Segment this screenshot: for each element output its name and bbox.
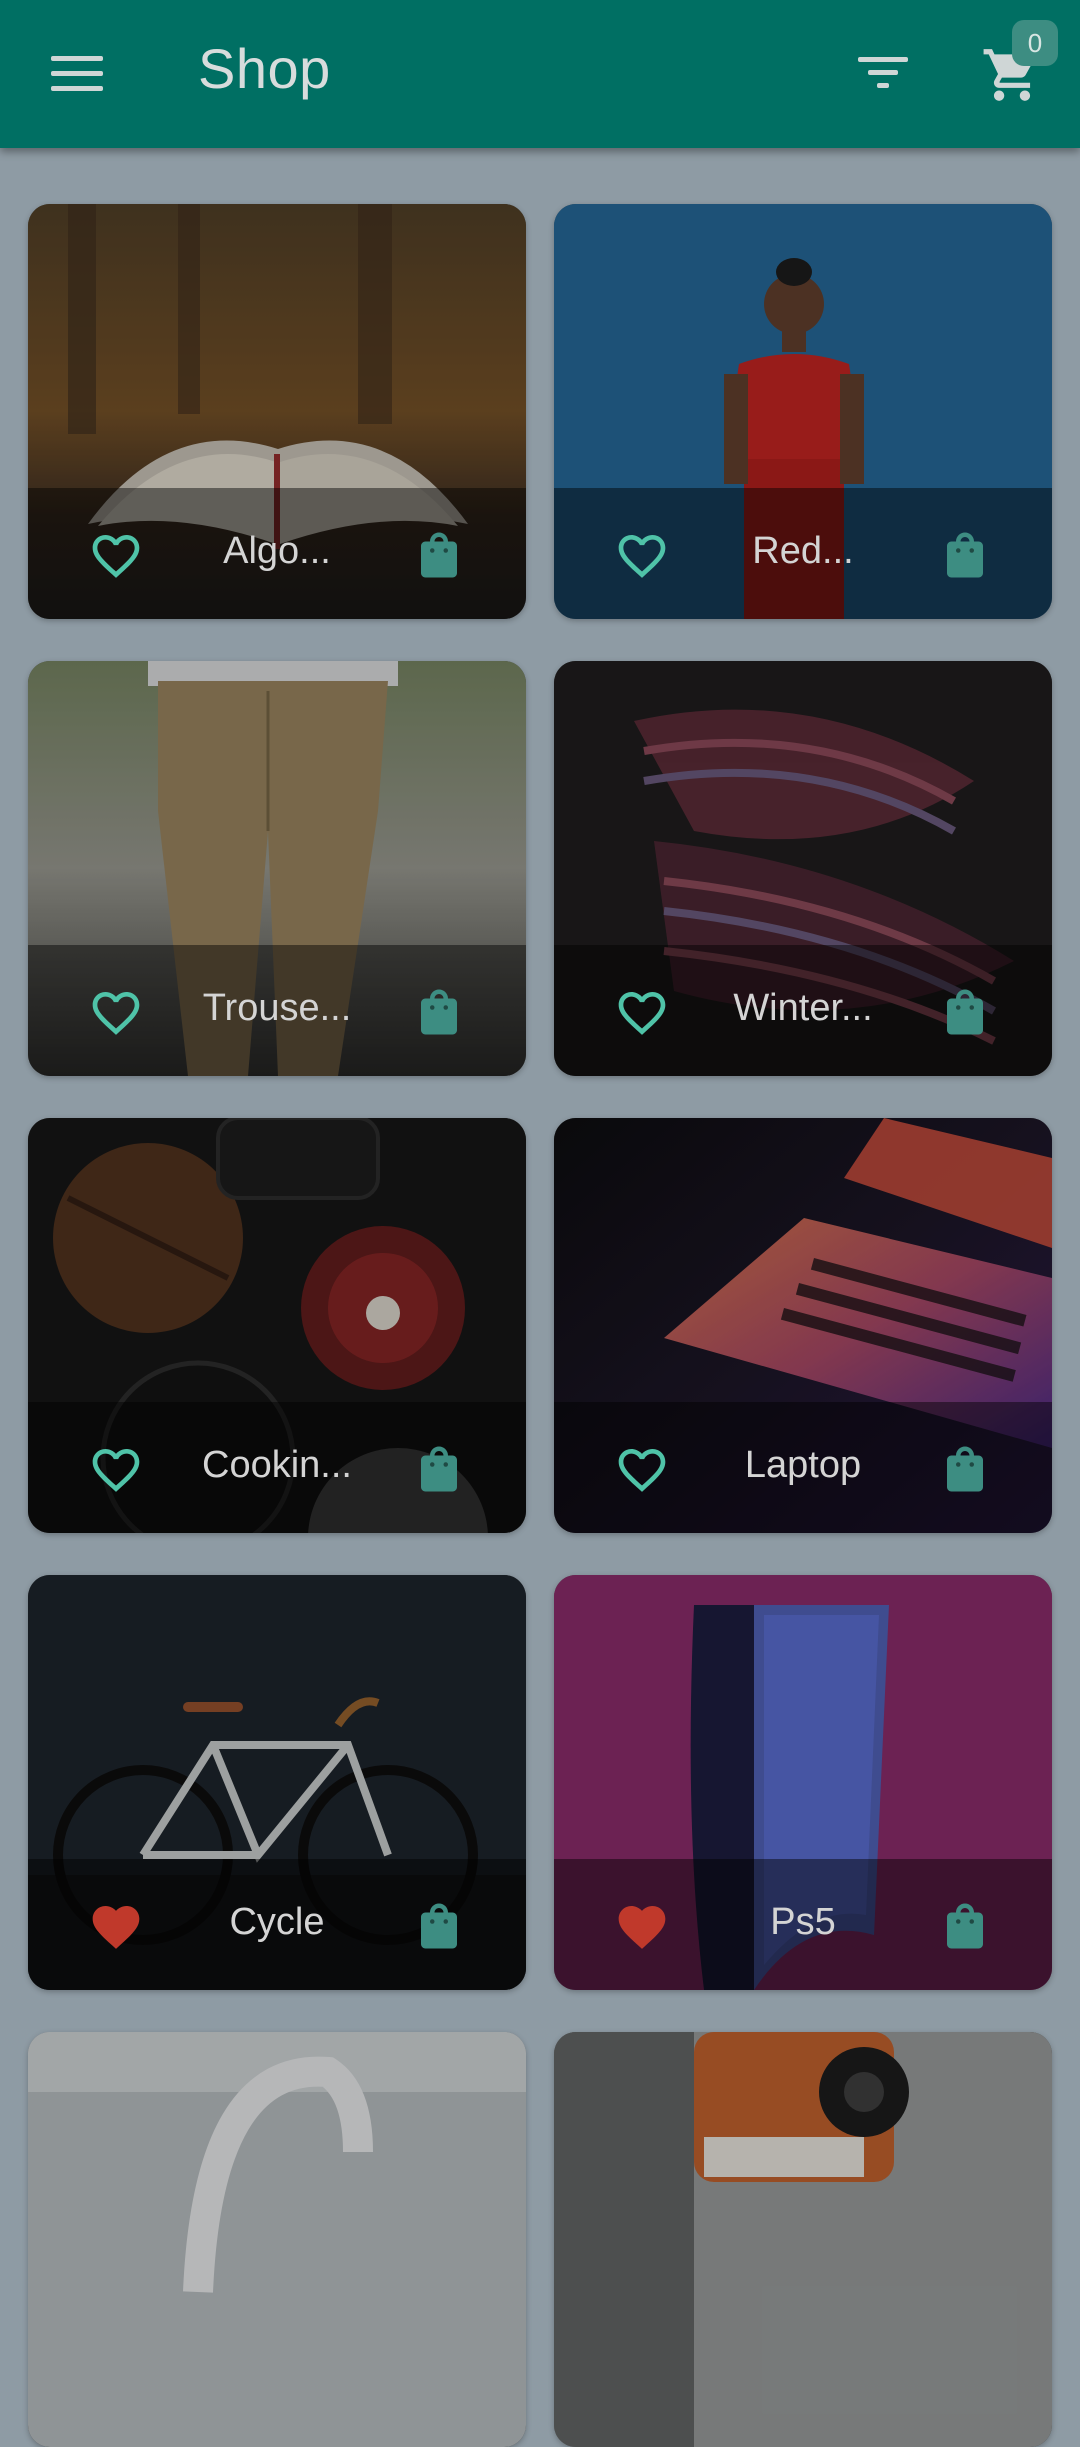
product-name: Ps5 <box>770 1901 836 1943</box>
shopping-bag-icon[interactable] <box>938 526 992 584</box>
product-card[interactable]: Trouse... <box>28 661 526 1076</box>
product-card[interactable] <box>554 2032 1052 2447</box>
heart-outline-icon[interactable] <box>86 528 146 584</box>
cart-count-badge: 0 <box>1012 20 1058 66</box>
app-bar: Shop 0 <box>0 0 1080 148</box>
product-name <box>672 2356 934 2402</box>
product-card[interactable]: Winter... <box>554 661 1052 1076</box>
shopping-bag-icon[interactable] <box>412 1440 466 1498</box>
heart-outline-icon[interactable] <box>86 1442 146 1498</box>
product-name: Red... <box>752 530 854 572</box>
product-name: Laptop <box>744 1444 862 1486</box>
shopping-bag-icon[interactable] <box>412 1897 466 1955</box>
heart-filled-icon[interactable] <box>86 1899 146 1955</box>
filter-icon <box>858 57 908 88</box>
product-name: Cookin... <box>202 1444 352 1486</box>
menu-button[interactable] <box>40 44 114 104</box>
product-card[interactable]: Laptop <box>554 1118 1052 1533</box>
menu-icon <box>51 56 103 91</box>
product-card[interactable]: Red... <box>554 204 1052 619</box>
page-title: Shop <box>198 37 331 100</box>
product-name: Winter... <box>733 987 873 1029</box>
filter-button[interactable] <box>850 40 916 106</box>
shopping-bag-icon[interactable] <box>938 1897 992 1955</box>
product-card[interactable]: Cookin... <box>28 1118 526 1533</box>
heart-outline-icon[interactable] <box>612 1442 672 1498</box>
heart-outline-icon[interactable] <box>612 985 672 1041</box>
product-name <box>146 2356 408 2402</box>
product-name: Trouse... <box>202 987 352 1029</box>
shopping-bag-icon[interactable] <box>938 983 992 1041</box>
shopping-bag-icon[interactable] <box>412 983 466 1041</box>
product-card[interactable] <box>28 2032 526 2447</box>
heart-filled-icon[interactable] <box>612 1899 672 1955</box>
product-card[interactable]: Algo... <box>28 204 526 619</box>
product-name: Algo... <box>223 530 331 572</box>
shopping-bag-icon[interactable] <box>412 526 466 584</box>
product-card[interactable]: Cycle <box>28 1575 526 1990</box>
heart-outline-icon[interactable] <box>86 985 146 1041</box>
heart-outline-icon[interactable] <box>612 528 672 584</box>
product-card[interactable]: Ps5 <box>554 1575 1052 1990</box>
shopping-bag-icon[interactable] <box>938 1440 992 1498</box>
product-name: Cycle <box>229 1901 325 1943</box>
